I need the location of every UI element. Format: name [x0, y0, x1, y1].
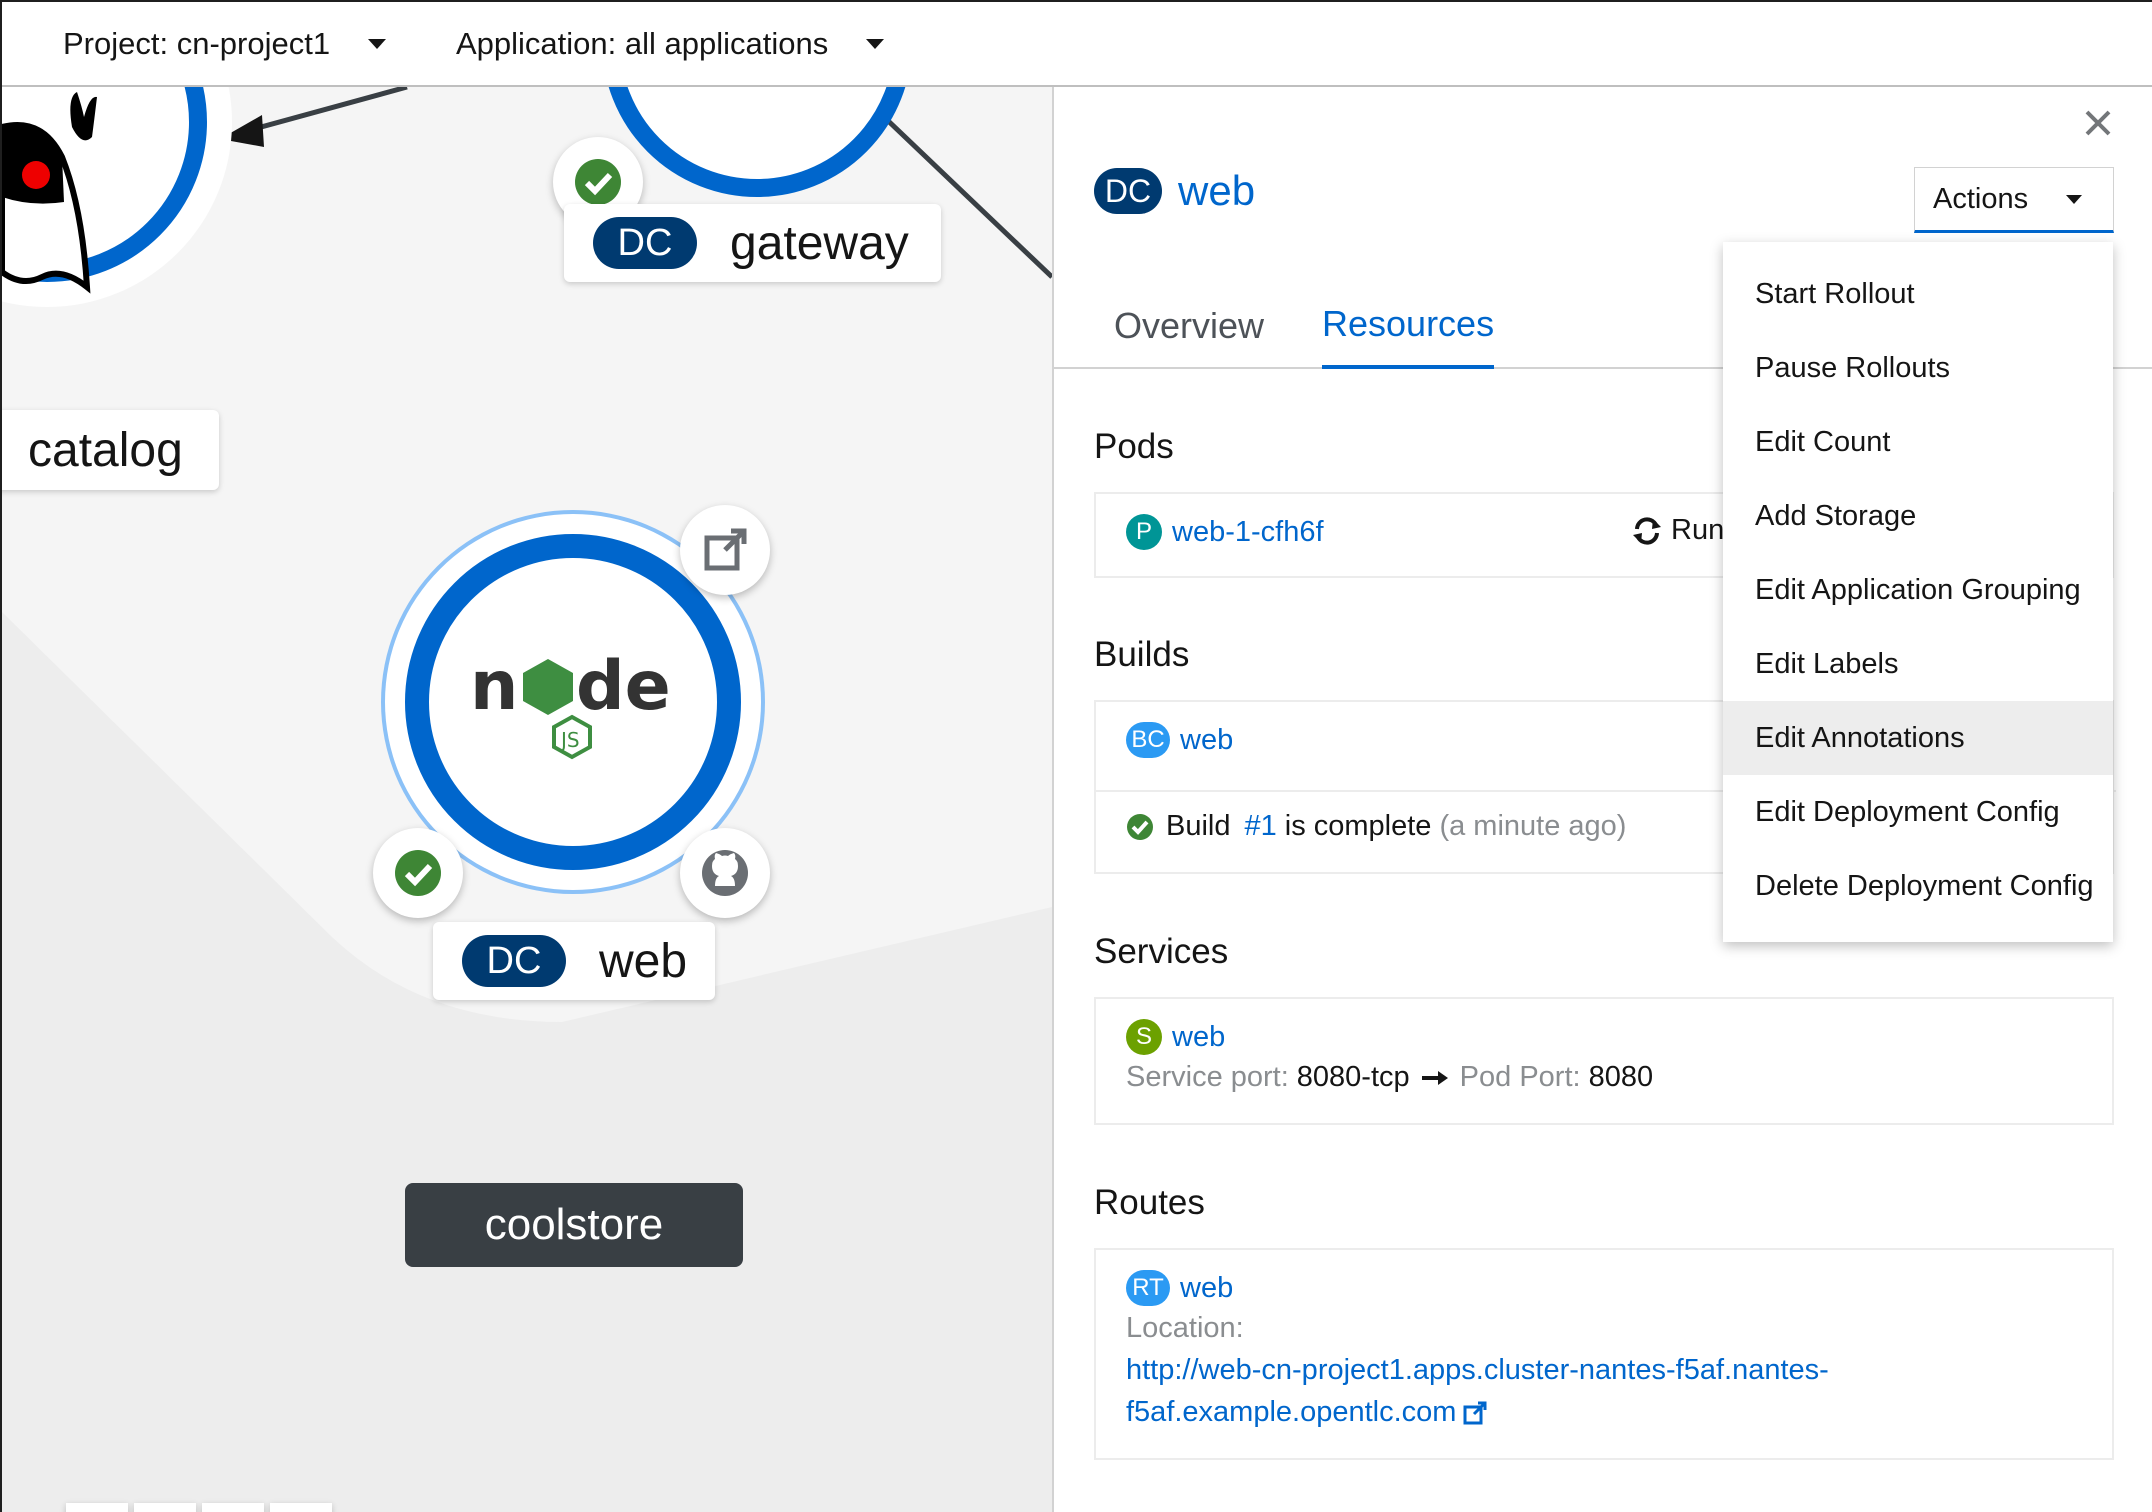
catalog-node-name: catalog	[28, 423, 183, 477]
route-url-part2[interactable]: f5af.example.opentlc.com	[1126, 1396, 1456, 1429]
bc-badge: BC	[1126, 722, 1170, 758]
route-badge: RT	[1126, 1270, 1170, 1306]
pod-port-value: 8080	[1588, 1061, 1654, 1093]
build-status-row: Build #1 is complete (a minute ago)	[1126, 810, 1626, 843]
tab-resources-label: Resources	[1322, 303, 1495, 344]
route-link[interactable]: web	[1180, 1272, 1233, 1305]
service-row: S web	[1126, 1019, 1225, 1055]
pods-section-title: Pods	[1094, 427, 1174, 466]
dc-badge: DC	[1094, 168, 1162, 214]
pod-link[interactable]: web-1-cfh6f	[1172, 516, 1324, 549]
menu-item-edit-deployment-config[interactable]: Edit Deployment Config	[1723, 775, 2113, 849]
menu-item-delete-deployment-config[interactable]: Delete Deployment Config	[1723, 849, 2113, 923]
routes-card: RT web Location: http://web-cn-project1.…	[1094, 1248, 2114, 1460]
service-badge: S	[1126, 1019, 1162, 1055]
build-number-link[interactable]: #1	[1245, 810, 1277, 843]
actions-menu: Start Rollout Pause Rollouts Edit Count …	[1723, 242, 2113, 942]
window-left-border	[0, 0, 2, 1512]
route-location-label: Location:	[1126, 1312, 1244, 1345]
caret-down-icon	[2066, 194, 2083, 204]
menu-item-edit-application-grouping[interactable]: Edit Application Grouping	[1723, 553, 2113, 627]
svg-text:de: de	[576, 647, 671, 726]
menu-item-start-rollout[interactable]: Start Rollout	[1723, 257, 2113, 331]
open-url-decorator[interactable]	[680, 505, 770, 595]
pod-badge: P	[1126, 514, 1162, 550]
tab-overview[interactable]: Overview	[1114, 283, 1264, 369]
menu-item-edit-labels[interactable]: Edit Labels	[1723, 627, 2113, 701]
panel-resource-name[interactable]: web	[1178, 167, 1255, 215]
pod-status: Run	[1631, 514, 1724, 547]
tab-overview-label: Overview	[1114, 305, 1265, 346]
project-selector[interactable]: Project: cn-project1	[63, 18, 387, 70]
services-section-title: Services	[1094, 932, 1229, 971]
route-url-line2[interactable]: f5af.example.opentlc.com	[1126, 1396, 1488, 1429]
nodejs-logo-icon: n de JS	[470, 647, 671, 760]
services-card: S web Service port: 8080-tcp Pod Port: 8…	[1094, 997, 2114, 1125]
menu-item-add-storage[interactable]: Add Storage	[1723, 479, 2113, 553]
pod-status-text: Run	[1671, 514, 1725, 546]
gateway-node-name: gateway	[730, 216, 909, 270]
application-selector-label: Application: all applications	[456, 26, 829, 61]
external-link-icon	[704, 528, 747, 571]
zoom-out-button[interactable]	[134, 1503, 196, 1512]
build-time: (a minute ago)	[1439, 810, 1627, 842]
topology-canvas[interactable]: catalog DC gateway n de JS DC web coolst…	[2, 87, 1052, 1512]
caret-down-icon	[866, 39, 885, 49]
menu-item-pause-rollouts[interactable]: Pause Rollouts	[1723, 331, 2113, 405]
dc-badge: DC	[462, 935, 566, 987]
pod-port-label: Pod Port:	[1459, 1061, 1581, 1093]
gateway-node-label: DC gateway	[564, 204, 941, 282]
web-node-name: web	[599, 934, 688, 988]
build-config-link[interactable]: web	[1180, 724, 1233, 757]
panel-title: DC web	[1094, 167, 1255, 215]
web-status-decorator[interactable]	[373, 828, 463, 918]
application-group-label[interactable]: coolstore	[405, 1183, 743, 1267]
builds-section-title: Builds	[1094, 635, 1190, 674]
application-group-name: coolstore	[484, 1200, 664, 1249]
location-label: Location:	[1126, 1312, 1244, 1344]
build-status-prefix: Build	[1166, 810, 1231, 842]
route-row: RT web	[1126, 1270, 1233, 1306]
java-duke-icon	[2, 92, 97, 294]
service-port-label: Service port:	[1126, 1061, 1289, 1093]
check-circle-icon	[575, 159, 621, 205]
build-config-row: BC web	[1126, 722, 1233, 758]
application-selector[interactable]: Application: all applications	[456, 18, 885, 70]
dc-badge: DC	[593, 217, 697, 269]
service-port-row: Service port: 8080-tcp Pod Port: 8080	[1126, 1061, 1653, 1094]
web-node-label: DC web	[433, 922, 715, 1000]
service-port-value: 8080-tcp	[1296, 1061, 1410, 1093]
arrow-right-icon	[1421, 1070, 1448, 1085]
sync-icon	[1633, 516, 1661, 545]
expand-button[interactable]	[270, 1503, 332, 1512]
svg-text:JS: JS	[559, 728, 580, 752]
tab-resources[interactable]: Resources	[1322, 283, 1495, 369]
external-link-icon	[1463, 1401, 1487, 1424]
github-icon	[702, 850, 748, 896]
catalog-node-label: catalog	[2, 410, 219, 490]
service-link[interactable]: web	[1172, 1021, 1225, 1054]
caret-down-icon	[368, 39, 387, 49]
routes-section-title: Routes	[1094, 1183, 1205, 1222]
close-icon	[2085, 110, 2111, 136]
actions-label: Actions	[1933, 182, 2029, 215]
fit-to-screen-button[interactable]	[202, 1503, 264, 1512]
menu-item-edit-count[interactable]: Edit Count	[1723, 405, 2113, 479]
svg-text:n: n	[470, 647, 518, 726]
zoom-in-button[interactable]	[66, 1503, 128, 1512]
check-circle-icon	[1127, 813, 1153, 840]
source-repo-decorator[interactable]	[680, 828, 770, 918]
route-url-line1[interactable]: http://web-cn-project1.apps.cluster-nant…	[1126, 1354, 1829, 1387]
menu-item-edit-annotations[interactable]: Edit Annotations	[1723, 701, 2113, 775]
pod-row: P web-1-cfh6f	[1126, 514, 1324, 550]
check-circle-icon	[395, 850, 441, 896]
project-selector-label: Project: cn-project1	[63, 26, 331, 61]
context-bar: Project: cn-project1 Application: all ap…	[0, 0, 2152, 87]
build-status-suffix: is complete	[1284, 810, 1432, 842]
route-url-part1[interactable]: http://web-cn-project1.apps.cluster-nant…	[1126, 1354, 1829, 1387]
close-panel-button[interactable]	[2084, 102, 2112, 147]
actions-dropdown-button[interactable]: Actions	[1914, 167, 2114, 233]
